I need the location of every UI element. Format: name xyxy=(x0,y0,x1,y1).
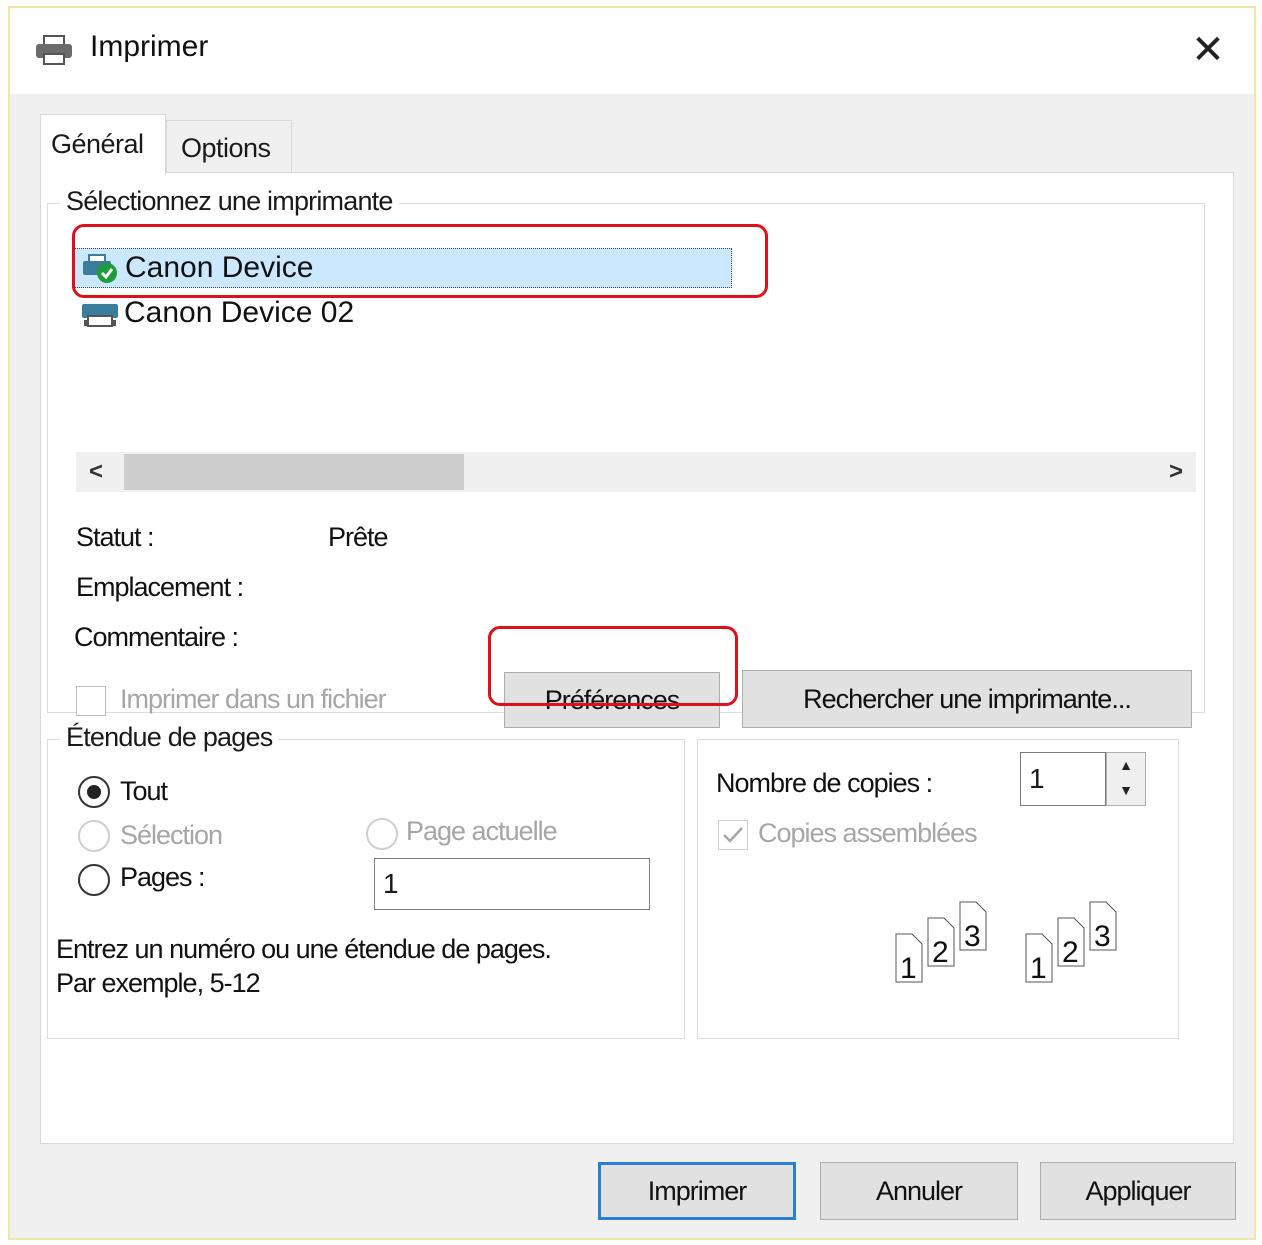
checkmark-icon xyxy=(723,827,743,843)
collated-pages-icon: 1 2 3 1 2 3 xyxy=(895,901,1117,985)
title-bar: Imprimer ✕ xyxy=(10,8,1254,94)
print-button[interactable]: Imprimer xyxy=(598,1162,796,1220)
printer-name: Canon Device 02 xyxy=(124,296,355,329)
radio-selected-dot xyxy=(87,785,101,799)
collate-checkbox[interactable] xyxy=(718,820,748,850)
radio-selection[interactable] xyxy=(78,820,110,852)
page-range-hint-line1: Entrez un numéro ou une étendue de pages… xyxy=(56,934,552,964)
printer-groupbox: Sélectionnez une imprimante Canon Device xyxy=(47,186,1205,728)
page-range-legend: Étendue de pages xyxy=(60,722,279,753)
printer-icon xyxy=(36,35,72,65)
radio-pages[interactable] xyxy=(78,864,110,896)
collate-label: Copies assemblées xyxy=(758,818,978,848)
find-printer-button[interactable]: Rechercher une imprimante... xyxy=(742,670,1192,728)
status-value: Prête xyxy=(328,522,389,552)
page-number: 1 xyxy=(900,952,917,985)
page-number: 1 xyxy=(1030,952,1047,985)
copies-spinner[interactable]: ▲ ▼ xyxy=(1106,752,1146,806)
copies-count-input[interactable]: 1 xyxy=(1020,752,1106,806)
page-number: 2 xyxy=(932,936,949,969)
scroll-right-button[interactable]: > xyxy=(1156,452,1196,492)
tab-options-label: Options xyxy=(181,133,271,163)
page-range-groupbox: Étendue de pages Tout Sélection Page act… xyxy=(47,722,685,1039)
spin-down-icon[interactable]: ▼ xyxy=(1107,778,1145,803)
printer-item-canon-device-02[interactable]: Canon Device 02 xyxy=(72,294,732,334)
printer-list: Canon Device Canon Device 02 xyxy=(72,234,1194,432)
radio-all-label: Tout xyxy=(120,776,168,806)
copies-count-label: Nombre de copies : xyxy=(716,768,933,798)
page-number: 3 xyxy=(1094,920,1111,953)
page-range-hint-line2: Par exemple, 5-12 xyxy=(56,968,261,998)
tab-options[interactable]: Options xyxy=(166,120,292,173)
printer-list-scrollbar[interactable]: < > xyxy=(76,452,1196,492)
radio-all[interactable] xyxy=(78,776,110,808)
printer-group-legend: Sélectionnez une imprimante xyxy=(60,186,399,217)
status-label: Statut : xyxy=(76,522,155,552)
spin-up-icon[interactable]: ▲ xyxy=(1107,753,1145,778)
general-panel: Sélectionnez une imprimante Canon Device xyxy=(40,172,1234,1144)
print-to-file-label: Imprimer dans un fichier xyxy=(120,684,387,714)
cancel-button[interactable]: Annuler xyxy=(820,1162,1018,1220)
window-title: Imprimer xyxy=(90,30,209,63)
radio-pages-label: Pages : xyxy=(120,862,206,892)
page-number: 3 xyxy=(964,920,981,953)
copies-groupbox: Nombre de copies : 1 ▲ ▼ Copies assemblé… xyxy=(697,739,1179,1039)
printer-name: Canon Device xyxy=(125,251,314,284)
close-button[interactable]: ✕ xyxy=(1180,22,1236,78)
preferences-button[interactable]: Préférences xyxy=(504,672,720,728)
pages-input[interactable]: 1 xyxy=(374,858,650,910)
tab-general-label: Général xyxy=(51,129,144,159)
printer-default-icon xyxy=(83,254,117,283)
radio-current-page-label: Page actuelle xyxy=(406,816,558,846)
print-dialog: Imprimer ✕ Général Options Sélectionnez … xyxy=(8,6,1256,1240)
location-label: Emplacement : xyxy=(76,572,244,602)
scroll-left-button[interactable]: < xyxy=(76,452,116,492)
radio-selection-label: Sélection xyxy=(120,820,223,850)
scroll-thumb[interactable] xyxy=(124,454,464,490)
printer-item-canon-device[interactable]: Canon Device xyxy=(72,248,732,288)
print-to-file-checkbox[interactable] xyxy=(76,686,106,716)
apply-button[interactable]: Appliquer xyxy=(1040,1162,1236,1220)
page-number: 2 xyxy=(1062,936,1079,969)
tab-general[interactable]: Général xyxy=(40,114,166,175)
printer-icon xyxy=(82,304,118,327)
comment-label: Commentaire : xyxy=(74,622,239,652)
radio-current-page[interactable] xyxy=(366,818,398,850)
